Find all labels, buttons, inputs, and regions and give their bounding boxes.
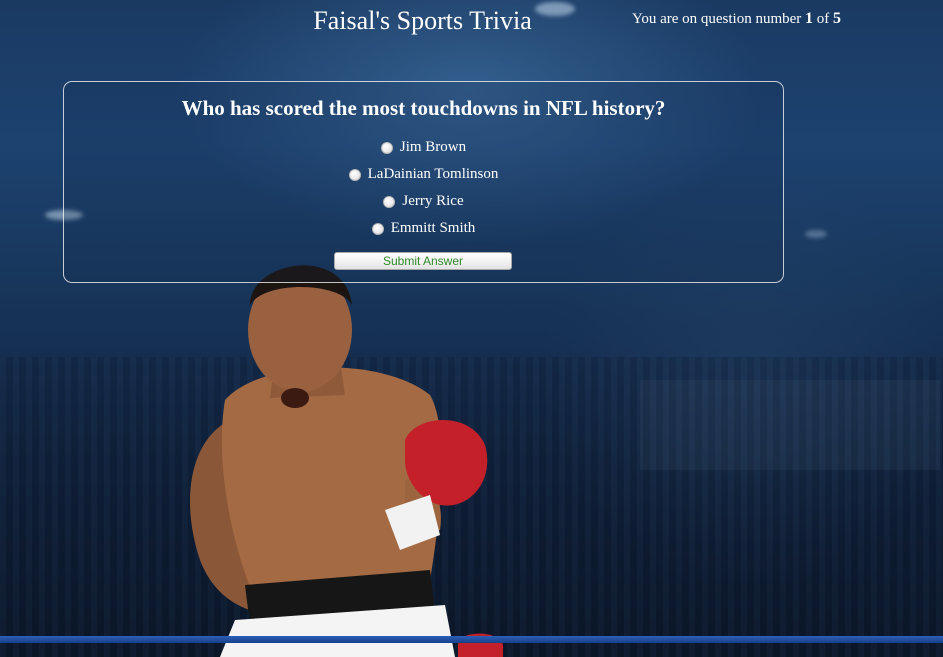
- progress-prefix: You are on question number: [632, 11, 802, 27]
- total-questions-number: 5: [833, 10, 842, 27]
- answer-label[interactable]: Jim Brown: [400, 139, 466, 156]
- radio-button[interactable]: [348, 168, 361, 181]
- answer-label[interactable]: Emmitt Smith: [391, 220, 476, 237]
- progress-of: of: [816, 11, 830, 27]
- answer-label[interactable]: Jerry Rice: [402, 193, 463, 210]
- radio-button[interactable]: [371, 222, 384, 235]
- answer-options: Jim Brown LaDainian Tomlinson Jerry Rice…: [64, 134, 783, 242]
- answer-option[interactable]: LaDainian Tomlinson: [64, 161, 783, 188]
- submit-answer-button[interactable]: Submit Answer: [334, 252, 512, 270]
- quiz-panel: Who has scored the most touchdowns in NF…: [63, 81, 784, 283]
- answer-option[interactable]: Jerry Rice: [64, 188, 783, 215]
- question-text: Who has scored the most touchdowns in NF…: [181, 96, 666, 120]
- radio-button[interactable]: [380, 141, 393, 154]
- radio-button[interactable]: [383, 195, 396, 208]
- answer-option[interactable]: Emmitt Smith: [64, 215, 783, 242]
- question-progress: You are on question number 1 of 5: [632, 10, 841, 28]
- answer-option[interactable]: Jim Brown: [64, 134, 783, 161]
- answer-label[interactable]: LaDainian Tomlinson: [368, 166, 499, 183]
- current-question-number: 1: [805, 10, 814, 27]
